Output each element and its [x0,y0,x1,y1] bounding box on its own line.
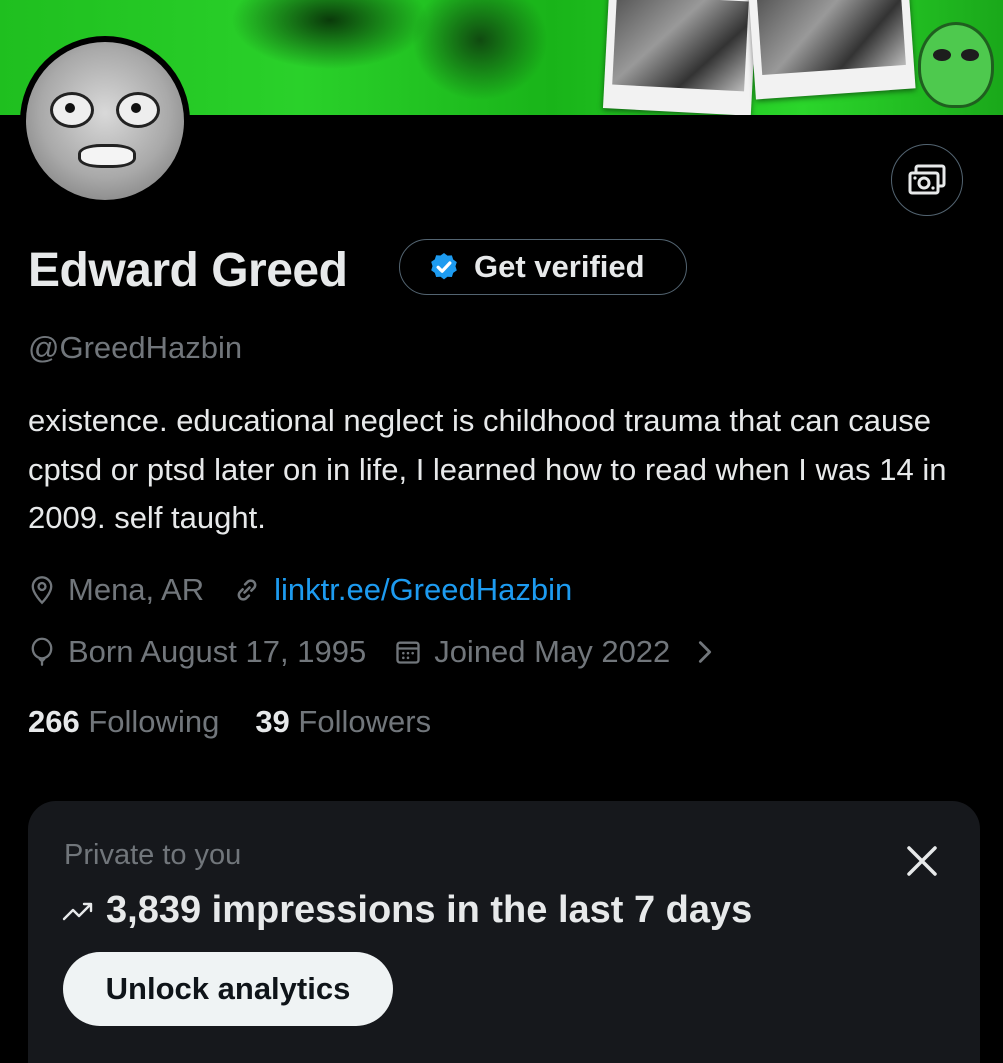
banner-photo [748,0,916,100]
banner-character [918,22,994,108]
website-item[interactable]: linktr.ee/GreedHazbin [232,572,572,608]
profile-handle: @GreedHazbin [28,330,243,365]
tips-button[interactable] [891,144,963,216]
impressions-text: 3,839 impressions in the last 7 days [106,889,753,931]
followers-label: Followers [298,704,432,739]
balloon-icon [31,637,53,666]
private-label: Private to you [64,839,242,871]
profile-meta-row: Mena, AR linktr.ee/GreedHazbin [28,572,600,608]
following-link[interactable]: 266 Following [28,704,219,740]
verified-badge-icon [431,253,457,280]
banner-photo [602,0,758,115]
profile-dates-row: Born August 17, 1995 Joined May 2022 [28,634,716,670]
calendar-icon [396,641,420,664]
joined-text: Joined May 2022 [434,634,671,669]
money-icon [908,164,946,195]
website-link[interactable]: linktr.ee/GreedHazbin [274,572,572,608]
trending-up-icon [62,902,93,920]
close-icon[interactable] [900,839,944,883]
follow-counts: 266 Following 39 Followers [28,704,431,740]
impressions-summary: 3,839 impressions in the last 7 days [62,889,752,932]
location-text: Mena, AR [68,572,205,607]
joined-item[interactable]: Joined May 2022 [394,634,670,670]
birthday-text: Born August 17, 1995 [68,634,367,669]
profile-bio: existence. educational neglect is childh… [28,403,947,535]
chevron-right-icon[interactable] [694,638,716,666]
birthday-item: Born August 17, 1995 [28,634,366,670]
location-pin-icon [31,576,53,605]
get-verified-label: Get verified [474,249,645,284]
analytics-card: Private to you 3,839 impressions in the … [28,801,980,1063]
location-item: Mena, AR [28,572,204,608]
followers-count: 39 [255,704,290,739]
profile-name: Edward Greed [28,244,348,297]
unlock-analytics-button[interactable]: Unlock analytics [63,952,393,1026]
following-count: 266 [28,704,80,739]
link-icon [237,579,257,601]
followers-link[interactable]: 39 Followers [255,704,431,740]
get-verified-button[interactable]: Get verified [399,239,687,295]
following-label: Following [88,704,220,739]
avatar[interactable] [20,36,190,206]
